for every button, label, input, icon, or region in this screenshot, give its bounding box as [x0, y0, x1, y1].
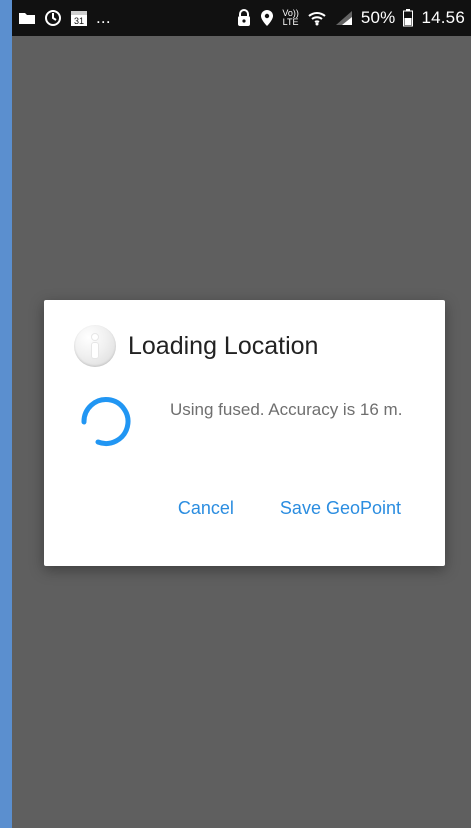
window-edge-strip — [0, 0, 12, 828]
cancel-button[interactable]: Cancel — [178, 498, 234, 519]
save-geopoint-button[interactable]: Save GeoPoint — [280, 498, 401, 519]
volte-bottom-label: LTE — [282, 17, 299, 27]
loading-location-dialog: Loading Location Using fused. Accuracy i… — [44, 300, 445, 566]
dialog-header: Loading Location — [74, 325, 425, 367]
status-message: Using fused. Accuracy is 16 m. — [170, 400, 403, 419]
dialog-body: Using fused. Accuracy is 16 m. — [78, 392, 415, 450]
status-right-group: Vo)) LTE 50% 14.56 — [236, 8, 465, 28]
folder-icon — [18, 11, 36, 25]
signal-icon — [335, 10, 353, 26]
battery-icon — [403, 9, 414, 27]
status-left-group: 31 ... — [18, 8, 111, 28]
dialog-title: Loading Location — [128, 331, 319, 360]
status-bar: 31 ... Vo)) LTE 50% 14.56 — [12, 0, 471, 36]
wifi-icon — [307, 10, 327, 26]
calendar-day: 31 — [74, 16, 84, 26]
sync-icon — [44, 9, 62, 27]
battery-percent: 50% — [360, 8, 396, 27]
progress-spinner-icon — [81, 397, 131, 446]
dialog-actions: Cancel Save GeoPoint — [178, 498, 401, 519]
calendar-icon: 31 — [70, 9, 88, 27]
lock-icon — [236, 9, 252, 27]
info-icon — [74, 325, 116, 367]
location-icon — [260, 9, 274, 27]
volte-icon: Vo)) LTE — [282, 9, 299, 27]
overflow-indicator: ... — [96, 8, 111, 27]
clock: 14.56 — [421, 8, 465, 27]
